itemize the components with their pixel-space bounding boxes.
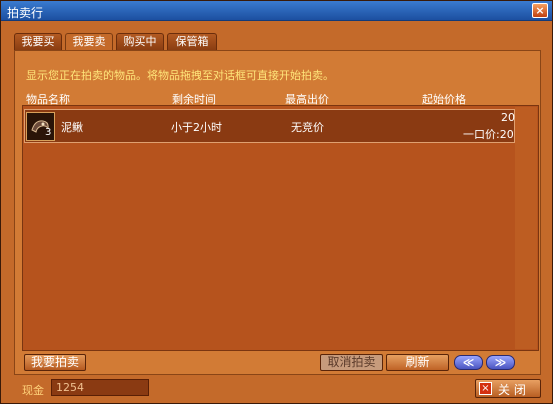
cancel-auction-button[interactable]: 取消拍卖 — [320, 354, 383, 371]
list-scrollbar[interactable] — [515, 107, 537, 349]
item-time-left: 小于2小时 — [171, 121, 222, 134]
tab-sell[interactable]: 我要卖 — [65, 33, 113, 51]
auction-window: 拍卖行 × 我要买 我要卖 购买中 保管箱 显示您正在拍卖的物品。将物品拖拽至对… — [0, 0, 553, 404]
window-title: 拍卖行 — [7, 6, 44, 20]
tab-buy[interactable]: 我要买 — [14, 33, 62, 50]
item-start-price: 20 — [501, 111, 515, 124]
item-count: 3 — [45, 127, 52, 138]
item-name: 泥鳅 — [61, 121, 83, 134]
title-close-icon[interactable]: × — [532, 3, 548, 18]
close-button-label: 关 闭 — [498, 383, 526, 397]
item-buyout-price: 一口价:20 — [463, 128, 514, 141]
close-button[interactable]: × 关 闭 — [475, 379, 541, 398]
item-highest-bid: 无竞价 — [291, 121, 324, 134]
cash-label: 现金 — [22, 384, 44, 397]
close-icon: × — [479, 382, 492, 395]
prev-page-icon[interactable]: ≪ — [454, 355, 483, 370]
refresh-button[interactable]: 刷新 — [386, 354, 449, 371]
notice-text: 显示您正在拍卖的物品。将物品拖拽至对话框可直接开始拍卖。 — [26, 69, 334, 82]
next-page-icon[interactable]: ≫ — [486, 355, 515, 370]
tab-buying[interactable]: 购买中 — [116, 33, 164, 50]
title-bar[interactable]: 拍卖行 × — [1, 1, 552, 21]
sell-button[interactable]: 我要拍卖 — [24, 354, 86, 371]
cash-field: 1254 — [51, 379, 149, 396]
tab-storage[interactable]: 保管箱 — [167, 33, 217, 50]
table-row[interactable] — [24, 109, 515, 143]
